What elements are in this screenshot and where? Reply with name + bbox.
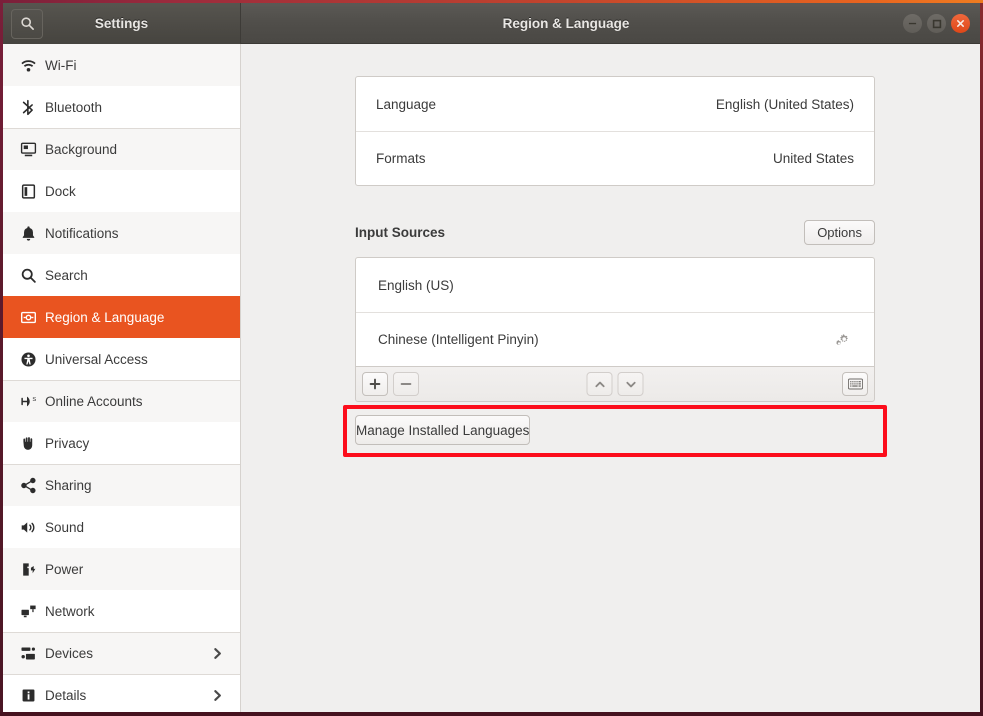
sidebar-item-label: Network	[45, 603, 95, 619]
online-accounts-icon: S	[15, 393, 41, 410]
sidebar-item-label: Wi-Fi	[45, 57, 77, 73]
app-title: Settings	[94, 16, 149, 31]
sidebar-item-wifi[interactable]: Wi-Fi	[3, 44, 240, 86]
sidebar-item-label: Power	[45, 561, 84, 577]
formats-value: United States	[772, 151, 854, 166]
chevron-right-icon	[211, 647, 224, 660]
network-icon	[15, 603, 41, 620]
main-content: Language English (United States) Formats…	[242, 44, 980, 713]
settings-window: Settings Region & Language Wi-Fi Bluetoo…	[0, 0, 983, 716]
sidebar-item-label: Online Accounts	[45, 394, 143, 409]
sidebar-item-sharing[interactable]: Sharing	[3, 464, 240, 506]
maximize-icon[interactable]	[927, 14, 946, 33]
options-button[interactable]: Options	[804, 219, 875, 245]
input-sources-list: English (US) Chinese (Intelligent Pinyin…	[355, 257, 875, 366]
hand-icon	[15, 435, 41, 452]
sidebar-item-privacy[interactable]: Privacy	[3, 422, 240, 464]
devices-icon	[15, 645, 41, 662]
add-input-source-button[interactable]	[362, 372, 388, 396]
background-icon	[15, 141, 41, 158]
sidebar-item-label: Dock	[45, 183, 76, 199]
input-sources-title: Input Sources	[355, 224, 446, 240]
language-value: English (United States)	[715, 96, 854, 112]
language-label: Language	[376, 96, 437, 112]
info-icon	[15, 687, 41, 704]
bell-icon	[15, 225, 41, 242]
search-icon[interactable]	[11, 8, 43, 39]
sidebar-item-label: Search	[45, 267, 88, 283]
close-icon[interactable]	[951, 14, 970, 33]
speaker-icon	[15, 519, 41, 536]
sidebar-item-label: Sound	[45, 519, 85, 535]
sidebar-item-label: Privacy	[45, 435, 90, 451]
power-icon	[15, 561, 41, 578]
sidebar-item-label: Devices	[45, 646, 94, 661]
page-title: Region & Language	[502, 16, 630, 31]
sidebar-item-label: Notifications	[45, 225, 119, 241]
language-card: Language English (United States) Formats…	[355, 76, 875, 186]
search-icon	[15, 267, 41, 284]
window-top-accent-border	[0, 0, 983, 3]
formats-row[interactable]: Formats United States	[356, 131, 874, 185]
list-item[interactable]: Chinese (Intelligent Pinyin)	[356, 312, 874, 366]
titlebar: Settings Region & Language	[3, 3, 980, 44]
move-down-button[interactable]	[617, 372, 644, 396]
titlebar-sidebar-header: Settings	[3, 3, 241, 44]
share-icon	[15, 477, 41, 494]
window-left-border	[0, 0, 3, 716]
input-source-label: Chinese (Intelligent Pinyin)	[378, 332, 539, 347]
language-row[interactable]: Language English (United States)	[356, 77, 874, 131]
sidebar-item-sound[interactable]: Sound	[3, 506, 240, 548]
sidebar-item-dock[interactable]: Dock	[3, 170, 240, 212]
gear-icon[interactable]	[836, 332, 852, 348]
dock-icon	[15, 183, 41, 200]
accessibility-icon	[15, 351, 41, 368]
sidebar-item-bluetooth[interactable]: Bluetooth	[3, 86, 240, 128]
sidebar-item-devices[interactable]: Devices	[3, 632, 240, 674]
sidebar-item-universal-access[interactable]: Universal Access	[3, 338, 240, 380]
formats-label: Formats	[376, 151, 426, 166]
sidebar-item-label: Details	[45, 688, 87, 703]
sidebar-item-label: Bluetooth	[45, 99, 103, 115]
manage-installed-languages-button[interactable]: Manage Installed Languages	[355, 415, 531, 445]
bluetooth-icon	[15, 99, 41, 116]
sidebar-item-label: Sharing	[45, 478, 92, 493]
chevron-right-icon	[211, 689, 224, 702]
sidebar-item-region-language[interactable]: Region & Language	[3, 296, 240, 338]
sidebar-item-search[interactable]: Search	[3, 254, 240, 296]
wifi-icon	[15, 57, 41, 74]
sidebar-item-network[interactable]: Network	[3, 590, 240, 632]
sidebar-item-power[interactable]: Power	[3, 548, 240, 590]
sidebar-item-online-accounts[interactable]: S Online Accounts	[3, 380, 240, 422]
keyboard-preview-button[interactable]	[842, 372, 868, 396]
move-up-button[interactable]	[586, 372, 613, 396]
sidebar-item-details[interactable]: Details	[3, 674, 240, 713]
window-controls	[903, 3, 970, 44]
input-sources-header: Input Sources Options	[355, 218, 875, 246]
minimize-icon[interactable]	[903, 14, 922, 33]
remove-input-source-button[interactable]	[393, 372, 419, 396]
sidebar-item-notifications[interactable]: Notifications	[3, 212, 240, 254]
input-source-label: English (US)	[378, 277, 454, 293]
input-sources-toolbar	[355, 366, 875, 402]
list-item[interactable]: English (US)	[356, 258, 874, 312]
sidebar-item-label: Universal Access	[45, 351, 148, 367]
sidebar-item-label: Region & Language	[45, 309, 165, 325]
sidebar: Wi-Fi Bluetooth Background Dock Notifica…	[3, 44, 241, 713]
window-bottom-border	[0, 712, 983, 716]
manage-languages-area: Manage Installed Languages	[343, 405, 887, 457]
sidebar-item-background[interactable]: Background	[3, 128, 240, 170]
region-language-icon	[15, 309, 41, 326]
svg-text:S: S	[32, 397, 36, 403]
sidebar-item-label: Background	[45, 142, 118, 157]
